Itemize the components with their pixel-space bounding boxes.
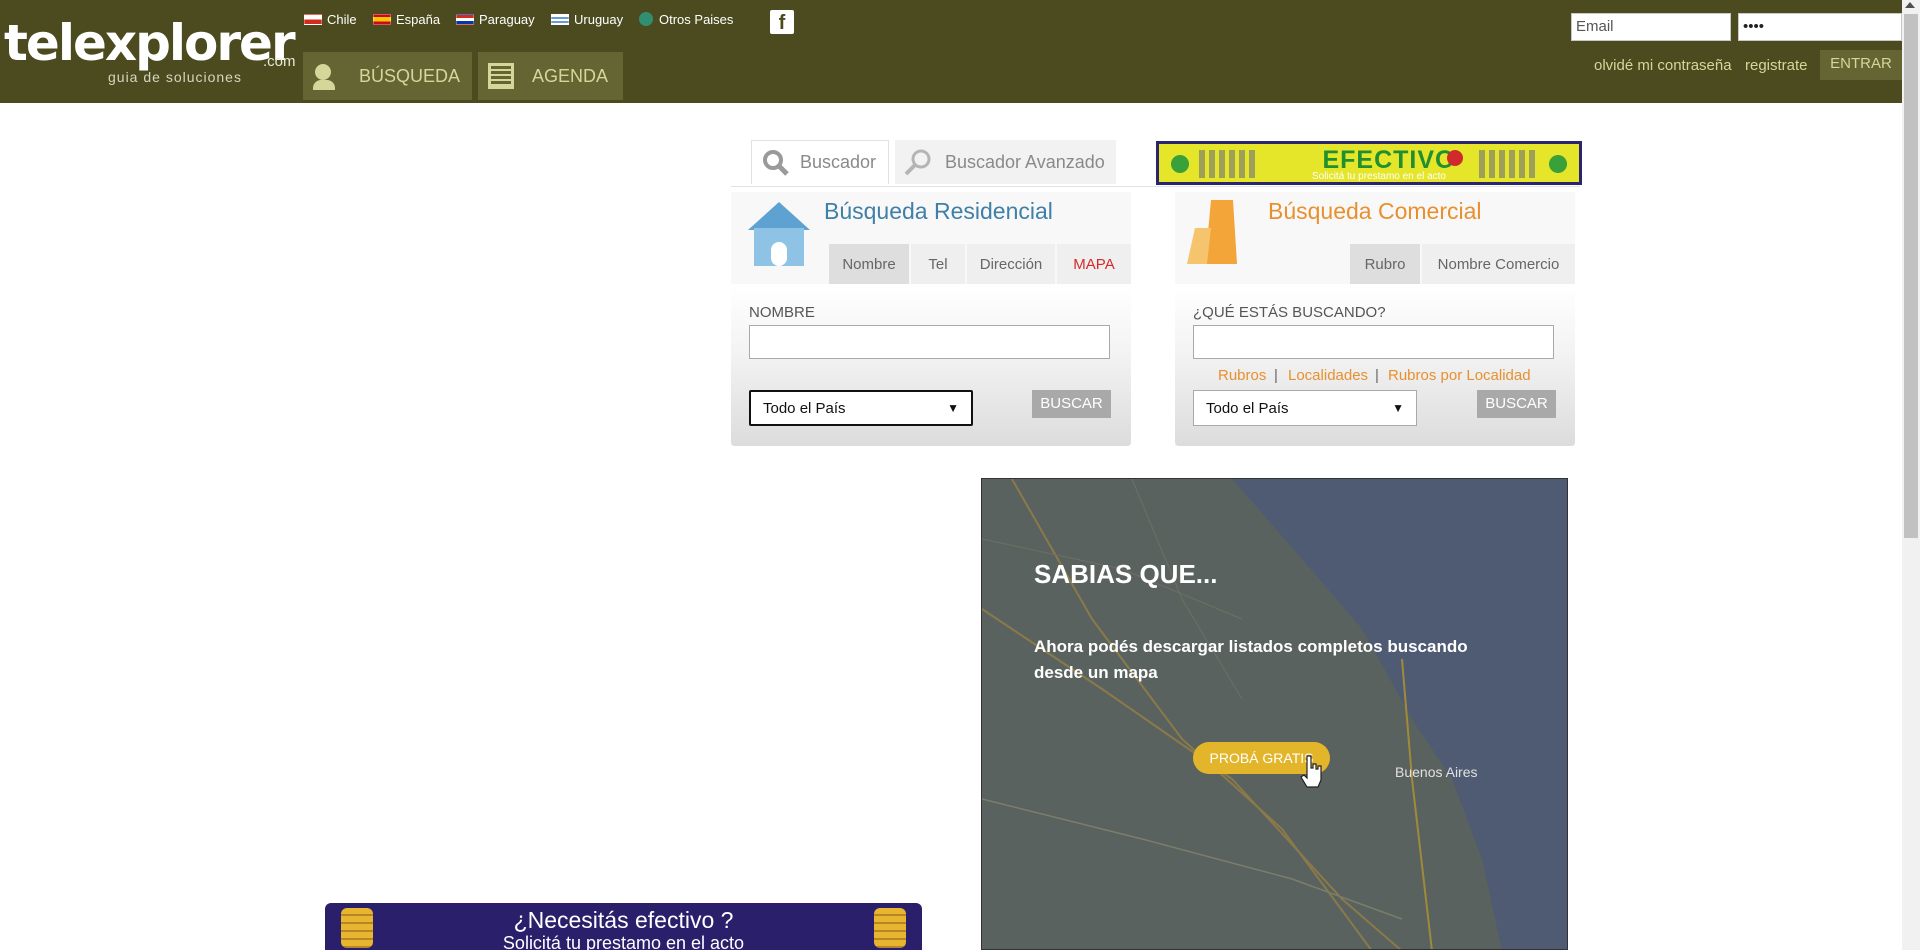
- link-separator: |: [1274, 367, 1278, 384]
- prestamo-banner-ad[interactable]: ¿Necesitás efectivo ? Solicitá tu presta…: [325, 903, 922, 950]
- country-label: Uruguay: [574, 11, 624, 27]
- facebook-icon[interactable]: f: [770, 10, 794, 34]
- globe-icon: [639, 12, 653, 26]
- money-icon: [1479, 150, 1539, 178]
- buildings-icon: [1187, 200, 1237, 264]
- agenda-list-icon: [488, 63, 514, 89]
- scrollbar-thumb[interactable]: [1904, 14, 1918, 538]
- password-field[interactable]: ••••: [1738, 13, 1902, 41]
- rubros-por-localidad-link[interactable]: Rubros por Localidad: [1388, 367, 1531, 384]
- tab-nombre-comercio[interactable]: Nombre Comercio: [1422, 244, 1575, 284]
- commercial-region-select[interactable]: Todo el País ▼: [1193, 390, 1417, 426]
- country-link-chile[interactable]: Chile: [304, 11, 357, 27]
- residential-buscar-button[interactable]: BUSCAR: [1032, 390, 1111, 418]
- nav-agenda-label: AGENDA: [532, 65, 609, 86]
- map-ad-text: Ahora podés descargar listados completos…: [1034, 637, 1468, 682]
- nav-agenda-button[interactable]: AGENDA: [478, 52, 623, 100]
- money-icon: [1199, 150, 1259, 178]
- map-background: [982, 479, 1567, 949]
- chevron-down-icon: ▼: [947, 401, 959, 415]
- coins-icon: [874, 908, 906, 948]
- chevron-down-icon: ▼: [1392, 401, 1404, 415]
- country-link-paraguay[interactable]: Paraguay: [456, 11, 535, 27]
- email-field[interactable]: Email: [1571, 13, 1731, 41]
- tab-buscador-label: Buscador: [800, 152, 877, 172]
- register-link[interactable]: registrate: [1745, 57, 1808, 74]
- tab-buscador-avanzado-label: Buscador Avanzado: [945, 151, 1105, 172]
- nav-busqueda-label: BÚSQUEDA: [359, 65, 461, 86]
- chile-flag-icon: [304, 13, 322, 25]
- link-separator: |: [1375, 367, 1379, 384]
- residential-region-value: Todo el País: [763, 399, 846, 417]
- rubro-input[interactable]: [1193, 325, 1554, 359]
- localidades-link[interactable]: Localidades: [1288, 367, 1368, 384]
- nombre-label: NOMBRE: [749, 304, 815, 321]
- que-buscas-label: ¿QUÉ ESTÁS BUSCANDO?: [1193, 304, 1386, 321]
- commercial-title: Búsqueda Comercial: [1268, 198, 1482, 224]
- residential-region-select[interactable]: Todo el País ▼: [749, 390, 973, 426]
- search-person-icon: [313, 62, 341, 90]
- rubros-link[interactable]: Rubros: [1218, 367, 1266, 384]
- search-icon: [763, 149, 789, 176]
- map-ad-title: SABIAS QUE...: [1034, 559, 1218, 589]
- country-label: Chile: [327, 11, 357, 27]
- house-icon: [748, 202, 810, 266]
- bottom-ad-subtitle: Solicitá tu prestamo en el acto: [502, 933, 745, 950]
- country-label: España: [396, 11, 441, 27]
- bottom-ad-title: ¿Necesitás efectivo ?: [513, 907, 734, 933]
- scroll-up-arrow-icon[interactable]: [1905, 2, 1915, 8]
- country-label: Otros Paises: [659, 11, 734, 27]
- spain-flag-icon: [373, 13, 391, 25]
- country-label: Paraguay: [479, 11, 535, 27]
- clover-icon: [1543, 148, 1573, 180]
- tabs-divider: [731, 186, 1580, 187]
- login-button[interactable]: ENTRAR: [1820, 50, 1902, 80]
- site-logo[interactable]: telexplorer: [4, 18, 296, 68]
- nombre-input[interactable]: [749, 325, 1110, 359]
- logo-tagline: guia de soluciones: [108, 69, 242, 85]
- tab-buscador[interactable]: Buscador: [751, 140, 889, 184]
- tab-mapa[interactable]: MAPA: [1057, 244, 1131, 284]
- country-link-uruguay[interactable]: Uruguay: [551, 11, 623, 27]
- tab-rubro[interactable]: Rubro: [1350, 244, 1420, 284]
- clover-icon: [1165, 148, 1195, 180]
- commercial-region-value: Todo el País: [1206, 399, 1289, 417]
- logo-suffix: .com: [263, 53, 296, 70]
- paraguay-flag-icon: [456, 13, 474, 25]
- efectivo-banner-ad[interactable]: EFECTIVO Solicitá tu prestamo en el acto: [1156, 141, 1582, 185]
- thumbs-up-icon: [1447, 150, 1463, 166]
- map-city-label: Buenos Aires: [1395, 764, 1478, 780]
- forgot-password-link[interactable]: olvidé mi contraseña: [1594, 57, 1732, 74]
- advanced-search-icon: [904, 149, 931, 176]
- tab-tel[interactable]: Tel: [911, 244, 965, 284]
- country-link-otros[interactable]: Otros Paises: [639, 11, 733, 27]
- map-ad[interactable]: SABIAS QUE... Ahora podés descargar list…: [981, 478, 1568, 950]
- banner-subtitle: Solicitá tu prestamo en el acto: [1312, 171, 1446, 182]
- nav-busqueda-button[interactable]: BÚSQUEDA: [303, 52, 472, 100]
- tab-nombre[interactable]: Nombre: [829, 244, 909, 284]
- hand-pointer-icon: [1300, 755, 1322, 788]
- residential-title: Búsqueda Residencial: [824, 198, 1053, 224]
- tab-direccion[interactable]: Dirección: [967, 244, 1055, 284]
- tab-buscador-avanzado[interactable]: Buscador Avanzado: [895, 140, 1116, 184]
- country-link-espana[interactable]: España: [373, 11, 440, 27]
- uruguay-flag-icon: [551, 13, 569, 25]
- commercial-buscar-button[interactable]: BUSCAR: [1477, 390, 1556, 418]
